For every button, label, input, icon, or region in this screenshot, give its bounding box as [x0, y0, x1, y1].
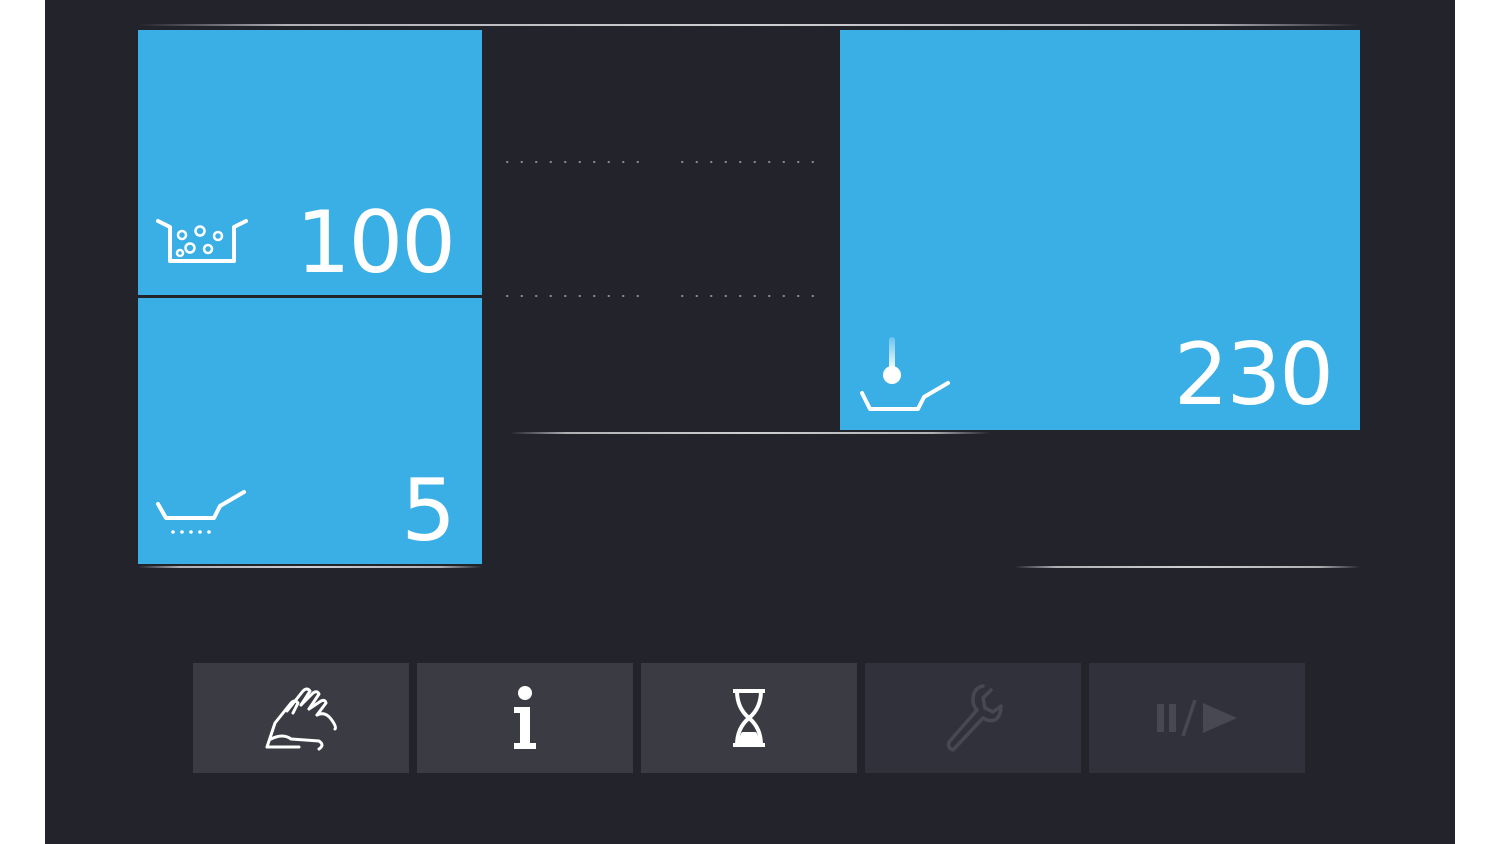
pause-play-button[interactable]: [1089, 663, 1305, 773]
info-icon: [510, 685, 540, 751]
hourglass-icon: [731, 688, 767, 748]
dotted-line: [500, 161, 650, 163]
wrench-icon: [943, 682, 1003, 754]
service-button[interactable]: [865, 663, 1081, 773]
pan-level-icon: [156, 488, 248, 542]
boiling-water-icon: [156, 215, 248, 269]
left-bottom-divider: [138, 566, 482, 568]
dotted-line: [500, 295, 650, 297]
cleaning-button[interactable]: [193, 663, 409, 773]
dotted-line: [675, 295, 825, 297]
dotted-line: [675, 161, 825, 163]
pan-temperature-tile[interactable]: 230: [840, 30, 1360, 430]
hand-cleaning-icon: [261, 683, 341, 753]
boiling-value: 100: [295, 193, 456, 293]
top-divider: [138, 24, 1360, 26]
timer-button[interactable]: [641, 663, 857, 773]
info-button[interactable]: [417, 663, 633, 773]
right-bottom-divider: [1015, 566, 1360, 568]
pause-play-icon: [1155, 698, 1239, 738]
pan-level-value: 5: [401, 461, 456, 561]
pan-level-tile[interactable]: 5: [138, 298, 482, 564]
boiling-water-tile[interactable]: 100: [138, 30, 482, 295]
mid-divider: [510, 432, 990, 434]
pan-thermometer-icon: [858, 335, 954, 421]
pan-temperature-value: 230: [1173, 325, 1334, 425]
